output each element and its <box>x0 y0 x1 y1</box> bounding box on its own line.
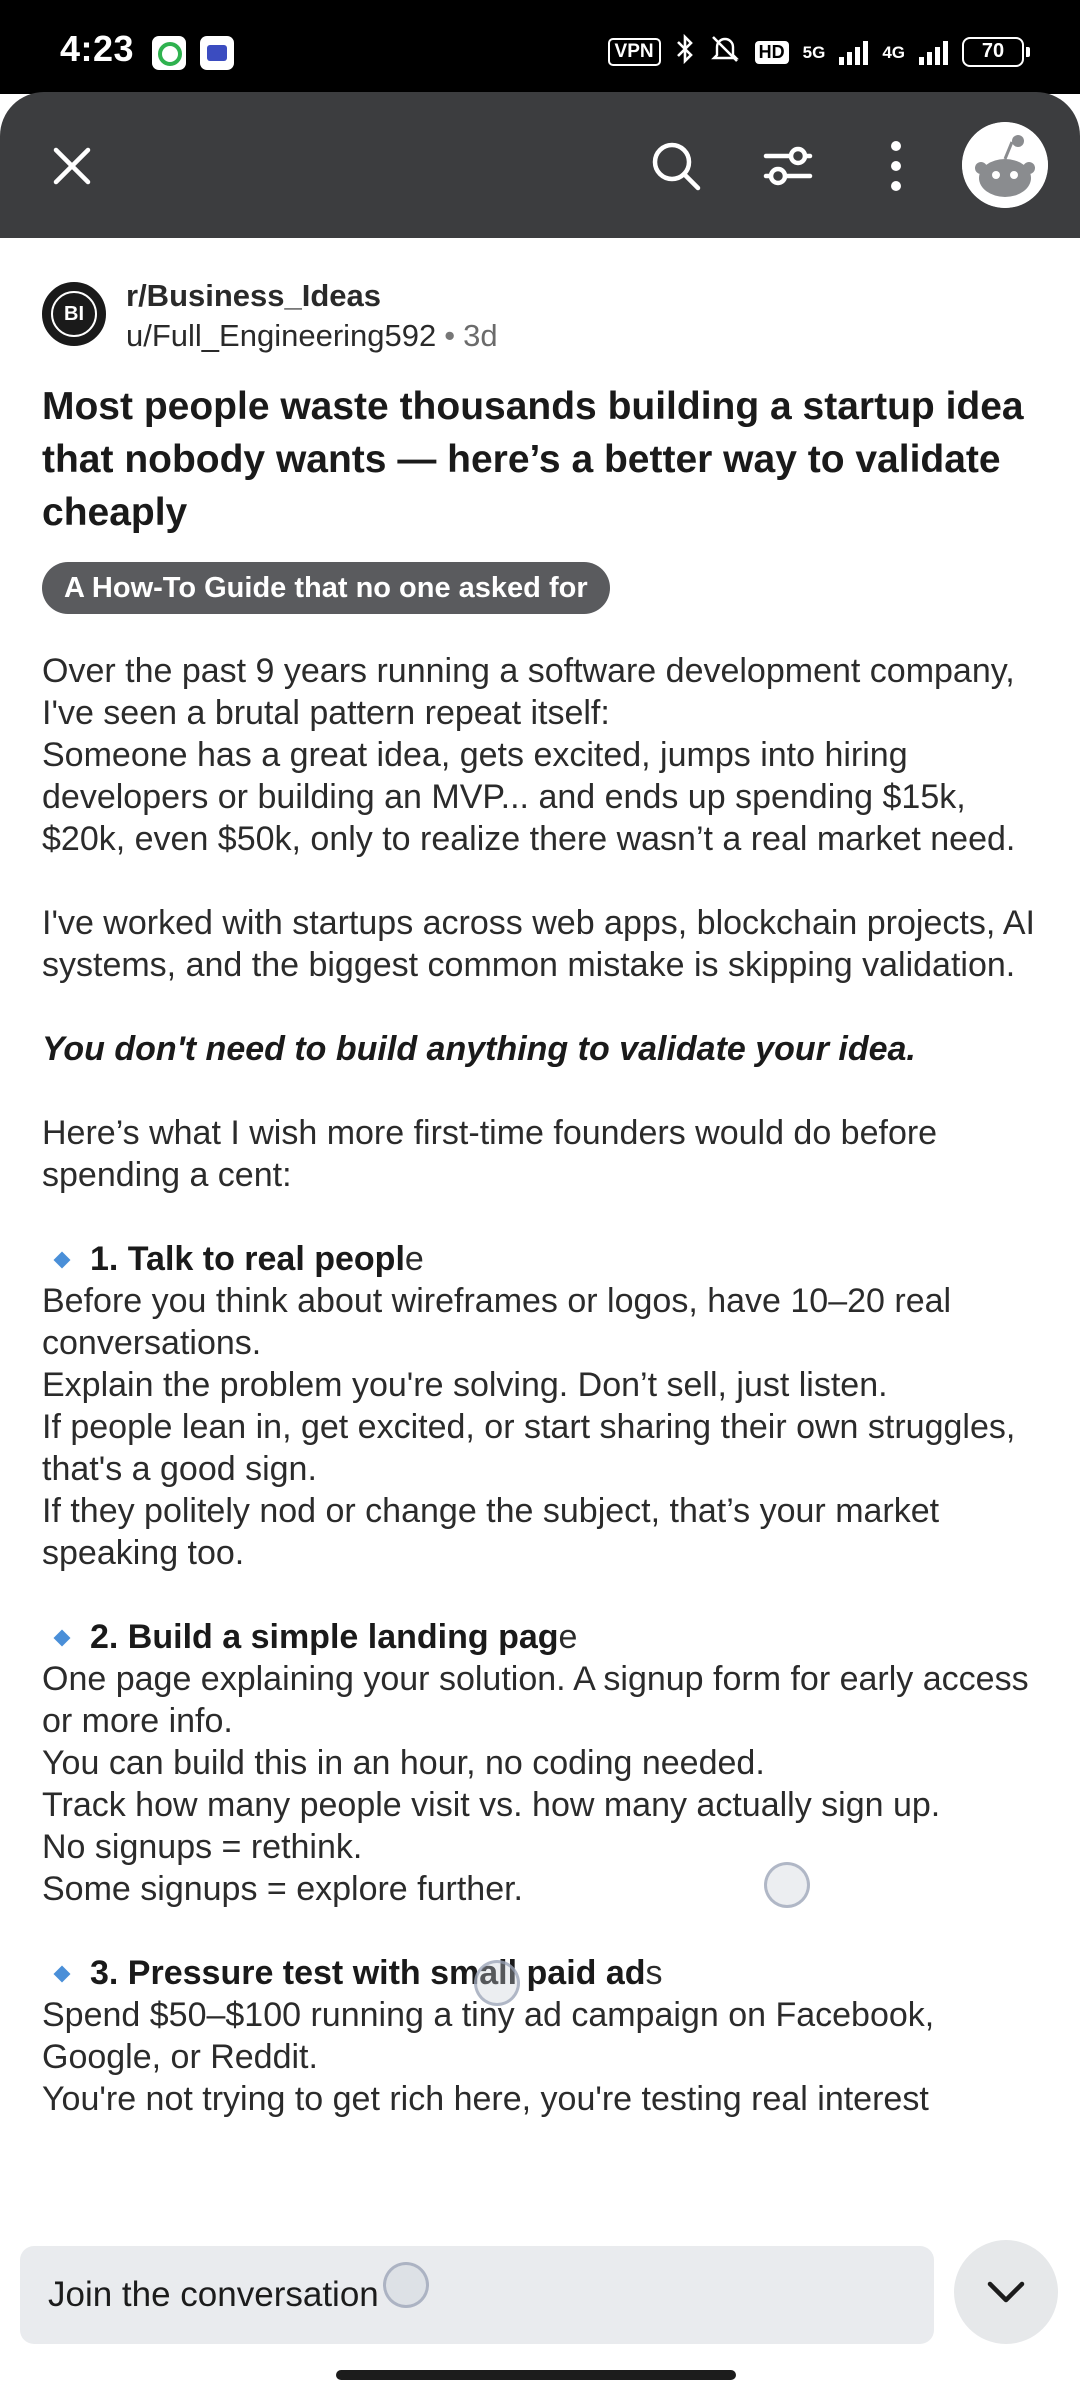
emphasis-paragraph: You don't need to build anything to vali… <box>42 1030 916 1068</box>
comment-input[interactable]: Join the conversation <box>20 2246 934 2344</box>
bottom-bar: Join the conversation <box>0 2234 1080 2400</box>
next-comment-button[interactable] <box>954 2240 1058 2344</box>
post-header: BI r/Business_Ideas u/Full_Engineering59… <box>42 278 1042 358</box>
section: 3. Pressure test with small paid ads Spe… <box>42 1952 1052 2120</box>
body-line: Before you think about wireframes or log… <box>42 1282 952 1362</box>
meta-separator: • <box>444 318 456 353</box>
bluetooth-icon <box>675 33 695 71</box>
paragraph: Over the past 9 years running a software… <box>42 650 1052 860</box>
notification-app-icon <box>200 36 234 70</box>
body-line: Track how many people visit vs. how many… <box>42 1786 941 1824</box>
section-heading-bold: 2. Build a simple landing pag <box>90 1618 559 1656</box>
search-icon <box>652 142 701 191</box>
chevron-down-icon <box>987 2281 1025 2303</box>
home-indicator[interactable] <box>336 2370 736 2380</box>
mute-bell-icon <box>709 33 741 71</box>
body-line: If people lean in, get excited, or start… <box>42 1408 1016 1488</box>
body-line: Someone has a great idea, gets excited, … <box>42 736 1016 858</box>
body-line: Spend $50–$100 running a tiny ad campaig… <box>42 1996 935 2076</box>
status-time: 4:23 <box>60 28 135 69</box>
paragraph: Here’s what I wish more first-time found… <box>42 1114 938 1194</box>
notification-app-icon <box>152 36 186 70</box>
touch-indicator <box>382 2262 429 2308</box>
touch-indicator <box>474 1960 520 2006</box>
diamond-bullet-icon <box>53 1629 71 1647</box>
body-line: No signups = rethink. <box>42 1828 363 1866</box>
section-heading: 2. Build a simple landing page <box>42 1616 1052 1658</box>
signal-icon <box>839 39 869 65</box>
section-heading-bold: 3. Pressure test with small paid ad <box>90 1954 646 1992</box>
filter-icon <box>763 146 813 186</box>
top-app-bar <box>0 92 1080 238</box>
body-line: You can build this in an hour, no coding… <box>42 1744 765 1782</box>
signal-icon <box>919 39 948 65</box>
section-heading-bold: 1. Talk to real peopl <box>90 1240 405 1278</box>
more-options-button[interactable] <box>860 130 932 202</box>
close-icon <box>53 147 91 185</box>
author-name[interactable]: u/Full_Engineering592 <box>126 318 436 353</box>
network-4g-label: 4G <box>882 42 905 62</box>
subreddit-avatar-label: BI <box>51 291 97 337</box>
comment-placeholder: Join the conversation <box>48 2275 379 2314</box>
section: 1. Talk to real people Before you think … <box>42 1238 1052 1574</box>
close-button[interactable] <box>36 130 108 202</box>
body-line: Over the past 9 years running a software… <box>42 652 1015 732</box>
sort-filter-button[interactable] <box>752 130 824 202</box>
post-age: 3d <box>463 318 498 353</box>
body-line: Some signups = explore further. <box>42 1870 523 1908</box>
diamond-bullet-icon <box>53 1965 71 1983</box>
section-heading: 3. Pressure test with small paid ads <box>42 1952 1052 1994</box>
post-body: Over the past 9 years running a software… <box>42 650 1052 2220</box>
post-meta: u/Full_Engineering592 • 3d <box>126 318 498 354</box>
section-heading: 1. Talk to real people <box>42 1238 1052 1280</box>
paragraph: I've worked with startups across web app… <box>42 904 1035 984</box>
subreddit-name[interactable]: r/Business_Ideas <box>126 278 381 314</box>
post-flair[interactable]: A How-To Guide that no one asked for <box>42 562 610 614</box>
status-bar: 4:23 VPN HD 5G 4G 70 <box>0 0 1080 94</box>
search-button[interactable] <box>640 130 712 202</box>
section-heading-rest: s <box>645 1954 663 1992</box>
body-line: One page explaining your solution. A sig… <box>42 1660 1029 1740</box>
status-indicators: VPN HD 5G 4G 70 <box>607 33 1030 71</box>
post-title: Most people waste thousands building a s… <box>42 385 1024 534</box>
touch-indicator <box>764 1862 810 1908</box>
body-line: If they politely nod or change the subje… <box>42 1492 940 1572</box>
content-fade <box>0 2200 1080 2234</box>
battery-icon: 70 <box>962 37 1030 67</box>
subreddit-avatar[interactable]: BI <box>42 282 106 346</box>
section-heading-rest: e <box>404 1240 424 1278</box>
section-heading-rest: e <box>558 1618 578 1656</box>
snoo-avatar-icon <box>962 122 1048 208</box>
hd-voice-icon: HD <box>754 40 789 64</box>
body-line: You're not trying to get rich here, you'… <box>42 2080 929 2118</box>
section: 2. Build a simple landing page One page … <box>42 1616 1052 1910</box>
vpn-icon: VPN <box>607 38 661 66</box>
user-avatar[interactable] <box>962 122 1048 208</box>
diamond-bullet-icon <box>53 1251 71 1269</box>
more-vert-icon <box>891 141 901 191</box>
network-5g-label: 5G <box>802 42 826 62</box>
body-line: Explain the problem you're solving. Don’… <box>42 1366 888 1404</box>
